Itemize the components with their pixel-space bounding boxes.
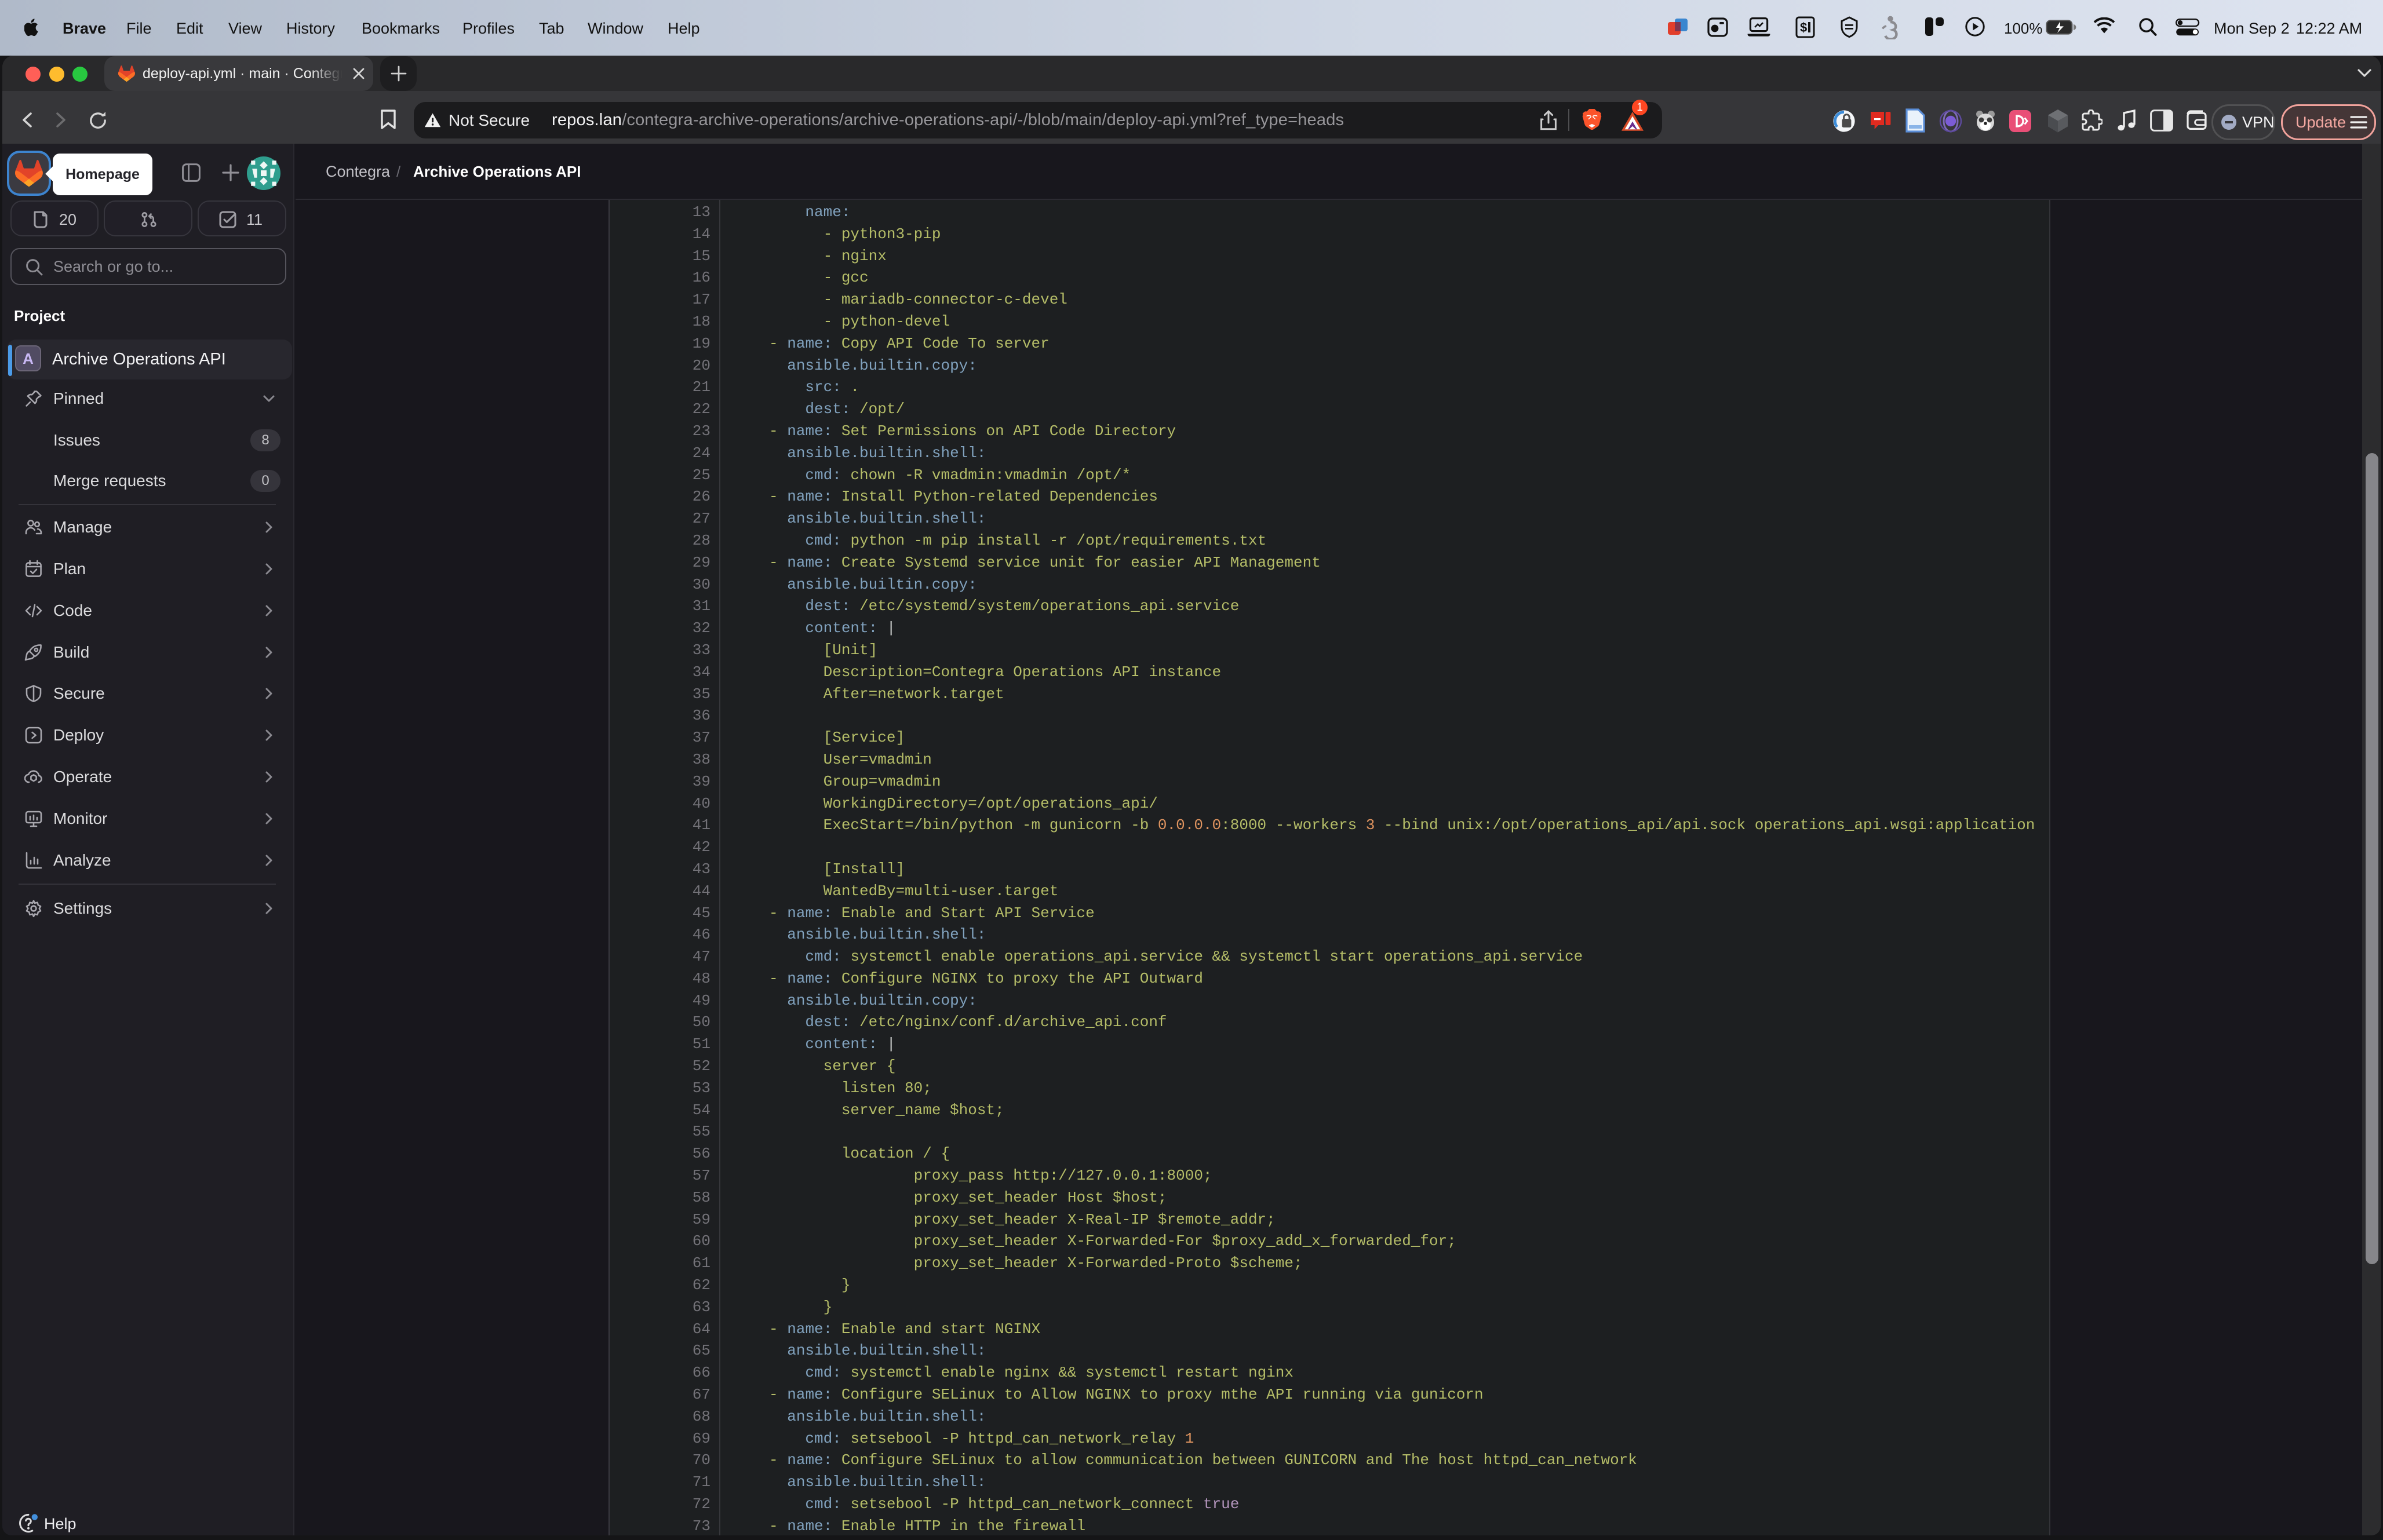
svg-text:$: $ bbox=[1800, 20, 1807, 35]
